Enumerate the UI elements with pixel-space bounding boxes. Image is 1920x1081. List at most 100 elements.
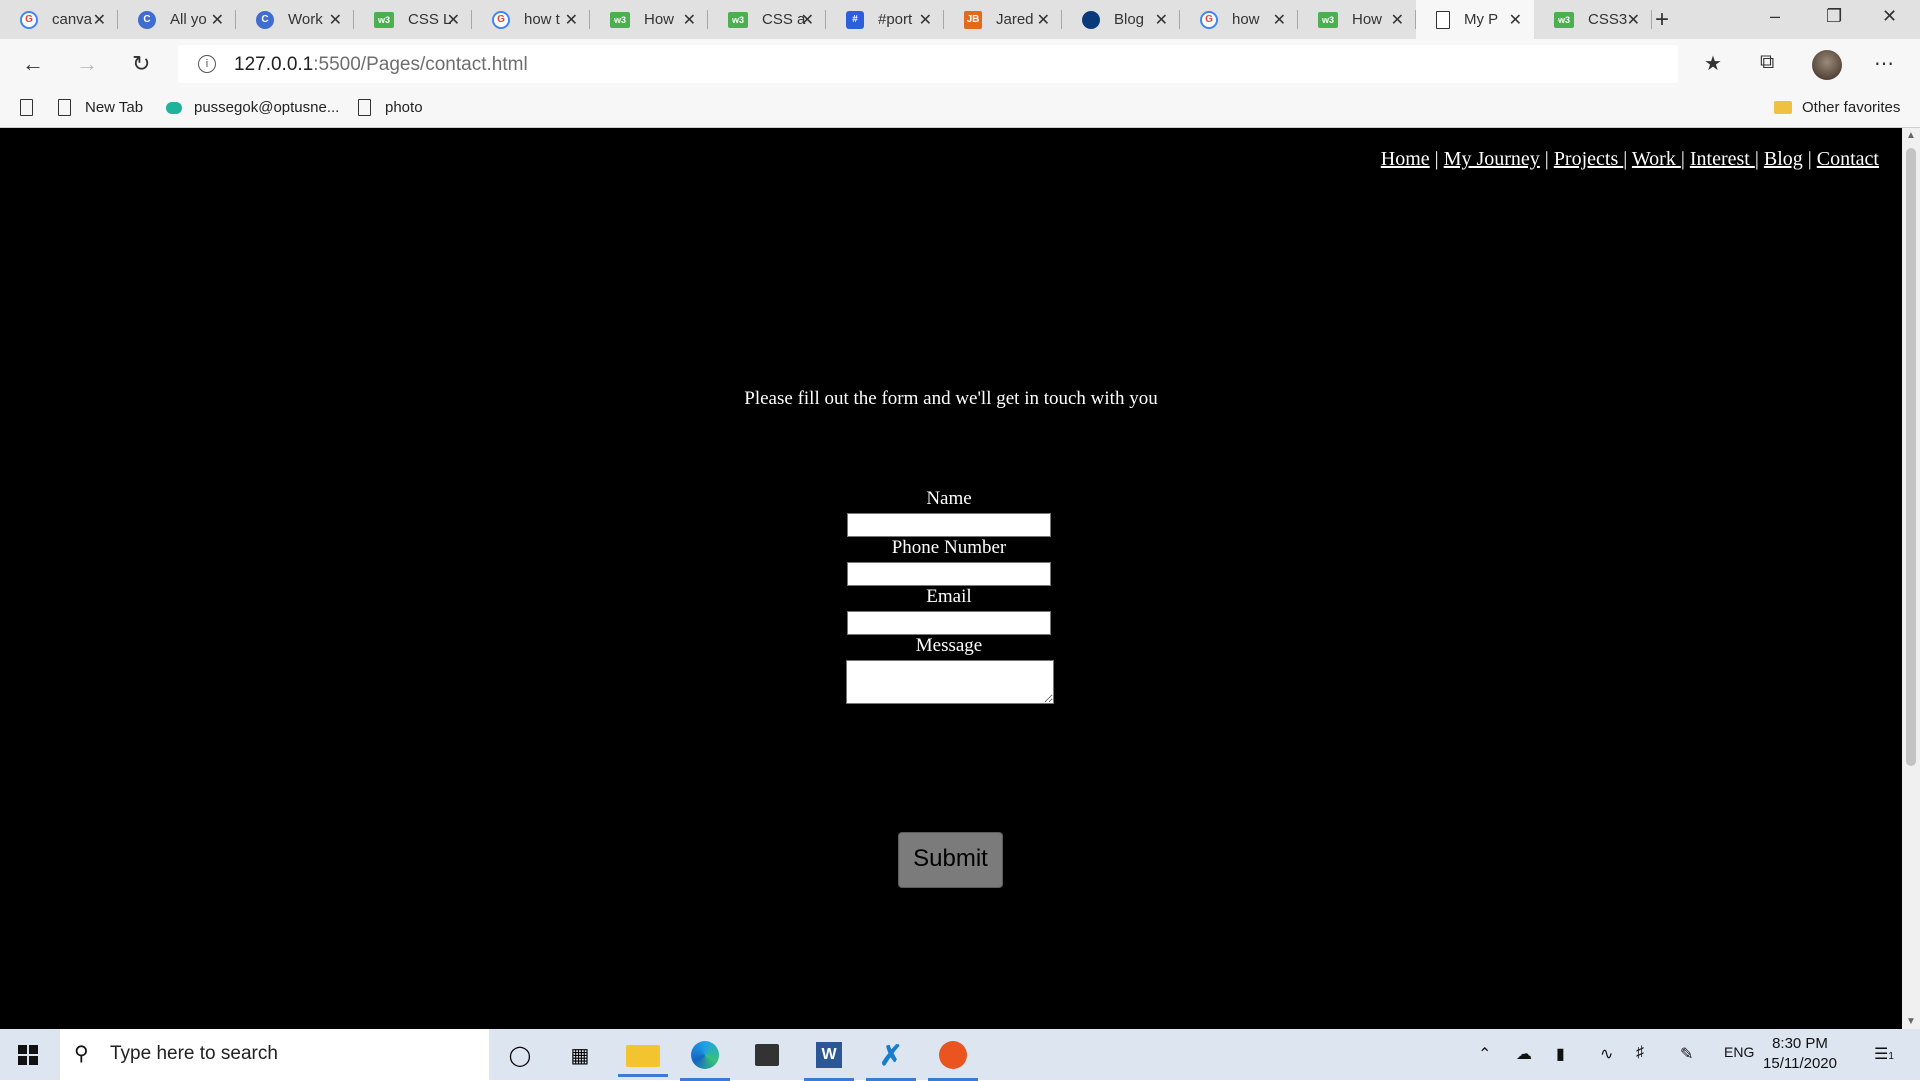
close-tab-icon[interactable]: ✕ bbox=[1391, 10, 1404, 30]
close-window-button[interactable]: ✕ bbox=[1882, 6, 1897, 27]
bookmark-label: photo bbox=[385, 99, 423, 116]
vscode-icon[interactable]: ✗ bbox=[866, 1039, 916, 1081]
task-view-icon[interactable]: ▦ bbox=[563, 1039, 597, 1071]
browser-tab[interactable]: w3 How ✕ bbox=[1298, 0, 1416, 39]
url-field[interactable]: i 127.0.0.1:5500/Pages/contact.html ☆ bbox=[178, 45, 1840, 83]
other-favorites[interactable]: Other favorites bbox=[1774, 99, 1900, 116]
close-tab-icon[interactable]: ✕ bbox=[565, 10, 578, 30]
close-tab-icon[interactable]: ✕ bbox=[447, 10, 460, 30]
site-info-icon[interactable]: i bbox=[198, 55, 216, 73]
close-tab-icon[interactable]: ✕ bbox=[801, 10, 814, 30]
minimize-button[interactable]: – bbox=[1770, 6, 1780, 27]
refresh-icon[interactable]: ↻ bbox=[132, 51, 150, 77]
taskbar-search[interactable]: ⚲ Type here to search bbox=[60, 1029, 489, 1080]
profile-avatar[interactable] bbox=[1812, 50, 1842, 80]
search-icon: ⚲ bbox=[74, 1043, 89, 1065]
nav-separator: | bbox=[1429, 148, 1444, 170]
close-tab-icon[interactable]: ✕ bbox=[919, 10, 932, 30]
cortana-icon[interactable]: ◯ bbox=[503, 1039, 537, 1071]
bookmark-new-tab[interactable]: New Tab bbox=[58, 99, 143, 116]
tab-title: canva bbox=[52, 11, 93, 28]
browser-tab[interactable]: Ghow t ✕ bbox=[472, 0, 590, 39]
show-hidden-icons[interactable]: ⌃ bbox=[1478, 1044, 1491, 1064]
close-tab-icon[interactable]: ✕ bbox=[1273, 10, 1286, 30]
edge-browser-icon[interactable] bbox=[680, 1039, 730, 1081]
browser-tab[interactable]: Ghow ✕ bbox=[1180, 0, 1298, 39]
wifi-icon[interactable]: ∿ bbox=[1600, 1044, 1613, 1064]
close-tab-icon[interactable]: ✕ bbox=[211, 10, 224, 30]
taskbar-clock[interactable]: 8:30 PM 15/11/2020 bbox=[1760, 1034, 1840, 1074]
browser-tab[interactable]: w3 CSS L ✕ bbox=[354, 0, 472, 39]
scrollbar-thumb[interactable] bbox=[1906, 148, 1916, 766]
nav-separator: | bbox=[1680, 148, 1690, 170]
nav-home[interactable]: Home bbox=[1381, 148, 1430, 170]
notifications-icon[interactable]: ☰1 bbox=[1874, 1044, 1894, 1064]
w3schools-icon: w3 bbox=[610, 11, 630, 28]
c-icon: C bbox=[138, 10, 156, 29]
bookmark-email[interactable]: pussegok@optusne... bbox=[166, 99, 339, 116]
scroll-up-arrow-icon[interactable]: ▲ bbox=[1906, 130, 1916, 141]
tab-title: All yo bbox=[170, 11, 207, 28]
browser-tab[interactable]: Gcanva ✕ bbox=[0, 0, 118, 39]
browser-tab[interactable]: C All yo ✕ bbox=[118, 0, 236, 39]
url-text[interactable]: 127.0.0.1:5500/Pages/contact.html bbox=[234, 54, 528, 76]
browser-tab[interactable]: Blog ✕ bbox=[1062, 0, 1180, 39]
browser-tab[interactable]: C Work ✕ bbox=[236, 0, 354, 39]
page-viewport: Home | My Journey | Projects | Work | In… bbox=[0, 128, 1902, 1029]
collections-icon[interactable]: ⧉ bbox=[1760, 51, 1774, 74]
browser-tab[interactable]: w3 How ✕ bbox=[590, 0, 708, 39]
nav-my-journey[interactable]: My Journey bbox=[1444, 148, 1540, 170]
tab-title: CSS L bbox=[408, 11, 452, 28]
file-explorer-icon[interactable] bbox=[618, 1045, 668, 1077]
w3schools-icon: w3 bbox=[1554, 11, 1574, 28]
intro-text: Please fill out the form and we'll get i… bbox=[744, 388, 1158, 409]
nav-projects[interactable]: Projects bbox=[1554, 148, 1623, 170]
nav-interest[interactable]: Interest bbox=[1690, 148, 1755, 170]
google-icon: G bbox=[20, 10, 38, 29]
nav-contact[interactable]: Contact bbox=[1817, 148, 1879, 170]
bookmark-photo[interactable]: photo bbox=[358, 99, 423, 116]
bookmark-page-icon[interactable] bbox=[20, 99, 47, 116]
browser-tab[interactable]: # #port ✕ bbox=[826, 0, 944, 39]
language-indicator[interactable]: ENG bbox=[1724, 1044, 1754, 1060]
more-options-icon[interactable]: ⋯ bbox=[1874, 51, 1894, 76]
close-tab-icon[interactable]: ✕ bbox=[683, 10, 696, 30]
windows-start-icon[interactable] bbox=[18, 1045, 38, 1065]
favorites-list-icon[interactable]: ★ bbox=[1704, 51, 1722, 76]
close-tab-icon[interactable]: ✕ bbox=[1509, 10, 1522, 30]
close-tab-icon[interactable]: ✕ bbox=[93, 10, 106, 30]
browser-tab[interactable]: JB Jared ✕ bbox=[944, 0, 1062, 39]
name-input[interactable] bbox=[847, 513, 1051, 537]
phone-input[interactable] bbox=[847, 562, 1051, 586]
tab-title: CSS a bbox=[762, 11, 806, 28]
close-tab-icon[interactable]: ✕ bbox=[1037, 10, 1050, 30]
email-input[interactable] bbox=[847, 611, 1051, 635]
message-textarea[interactable] bbox=[846, 660, 1054, 704]
browser-tab[interactable]: My P ✕ bbox=[1416, 0, 1534, 39]
word-icon[interactable]: W bbox=[804, 1039, 854, 1081]
scroll-down-arrow-icon[interactable]: ▼ bbox=[1906, 1016, 1916, 1027]
nav-blog[interactable]: Blog bbox=[1764, 148, 1803, 170]
tab-title: How bbox=[1352, 11, 1383, 28]
back-arrow-icon[interactable]: ← bbox=[22, 51, 44, 77]
microsoft-store-icon[interactable] bbox=[750, 1039, 784, 1071]
forward-arrow-icon[interactable]: → bbox=[76, 51, 98, 77]
blog-icon bbox=[1082, 10, 1100, 29]
ubuntu-icon[interactable] bbox=[928, 1039, 978, 1081]
battery-icon[interactable]: ▮ bbox=[1556, 1044, 1565, 1064]
url-path: :5500/Pages/contact.html bbox=[313, 54, 528, 75]
browser-tab[interactable]: w3 CSS a ✕ bbox=[708, 0, 826, 39]
browser-tab[interactable]: w3 CSS3 ✕ bbox=[1534, 0, 1652, 39]
volume-icon[interactable]: ♯ bbox=[1636, 1044, 1644, 1062]
pen-icon[interactable]: ✎ bbox=[1680, 1044, 1693, 1064]
close-tab-icon[interactable]: ✕ bbox=[1627, 10, 1640, 30]
page-scrollbar[interactable]: ▲ ▼ bbox=[1902, 128, 1920, 1029]
new-tab-button[interactable]: + bbox=[1655, 6, 1669, 34]
nav-work[interactable]: Work bbox=[1632, 148, 1681, 170]
close-tab-icon[interactable]: ✕ bbox=[329, 10, 342, 30]
close-tab-icon[interactable]: ✕ bbox=[1155, 10, 1168, 30]
restore-button[interactable]: ❐ bbox=[1826, 6, 1842, 27]
submit-button[interactable]: Submit bbox=[898, 832, 1003, 888]
onedrive-error-icon[interactable]: ☁ bbox=[1516, 1044, 1532, 1064]
tab-title: Blog bbox=[1114, 11, 1145, 28]
